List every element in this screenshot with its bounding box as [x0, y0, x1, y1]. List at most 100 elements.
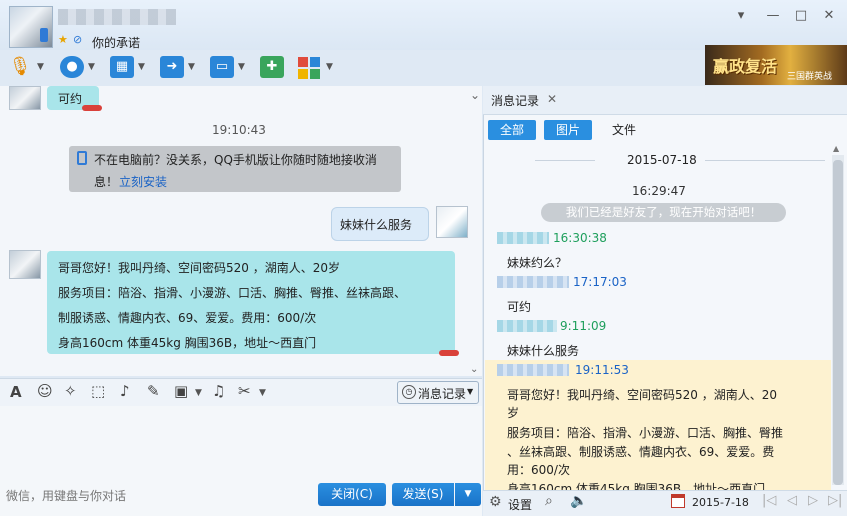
avatar[interactable] [9, 86, 41, 110]
maximize-button[interactable]: □ [792, 8, 810, 24]
chevron-down-icon[interactable]: ▼ [37, 62, 44, 72]
sender-name-blurred [497, 276, 569, 288]
send-options-chevron-icon[interactable]: ▼ [455, 483, 481, 506]
entry-text-line: 服务项目：陪浴、指滑、小漫游、口活、胸推、臀推 [507, 426, 784, 440]
calendar-icon[interactable] [671, 494, 685, 508]
emoji-icon[interactable]: ☺ [37, 382, 53, 400]
chevron-down-icon[interactable]: ▼ [326, 62, 333, 72]
avatar[interactable] [9, 250, 41, 279]
screenshot-icon[interactable]: ⬚ [91, 382, 105, 400]
minimize-button[interactable]: — [764, 8, 782, 24]
message-line: 服务项目：陪浴、指滑、小漫游、口活、胸推、臀推、丝袜高跟、 [58, 286, 407, 300]
gear-icon[interactable]: ⚙ [489, 494, 502, 510]
star-icon: ★ [58, 33, 68, 46]
scissors-icon[interactable]: ✂ [238, 382, 251, 400]
message-timestamp: 19:10:43 [212, 123, 266, 137]
divider [535, 160, 595, 161]
history-button-label: 消息记录 [418, 387, 467, 401]
close-tab-icon[interactable]: ✕ [547, 92, 557, 106]
my-avatar[interactable] [436, 206, 468, 238]
menu-chevron-icon[interactable]: ▾ [732, 8, 750, 24]
entry-text-line: 、丝袜高跟、制服诱惑、情趣内衣、69、爱爱。费 [507, 445, 775, 459]
entry-text: 可约 [507, 300, 532, 314]
entry-text-line: 哥哥您好！我叫丹绮、空间密码520 ，湖南人、20 [507, 388, 777, 402]
filter-images[interactable]: 图片 [544, 120, 592, 140]
entry-text-line: 用：600/次 [507, 463, 570, 477]
message-text: 妹妹什么服务 [340, 218, 413, 232]
chevron-down-icon[interactable]: ▼ [259, 388, 266, 398]
message-bubble-received: 哥哥您好！我叫丹绮、空间密码520 ，湖南人、20岁 服务项目：陪浴、指滑、小漫… [47, 251, 455, 354]
remote-desktop-icon[interactable]: ▭ [210, 56, 234, 78]
history-date: 2015-07-18 [627, 153, 697, 167]
sender-name-blurred [497, 320, 557, 332]
voice-icon[interactable]: ♪ [120, 382, 130, 400]
image-icon[interactable]: ▣ [174, 382, 188, 400]
entry-text: 妹妹什么服务 [507, 344, 580, 358]
chevron-down-icon[interactable]: ▼ [188, 62, 195, 72]
ad-title: 赢政复活 [713, 57, 778, 76]
message-line: 哥哥您好！我叫丹绮、空间密码520 ，湖南人、20岁 [58, 261, 340, 275]
chevron-down-icon[interactable]: ▼ [88, 62, 95, 72]
last-page-icon[interactable]: ▷| [828, 493, 842, 508]
filter-all[interactable]: 全部 [488, 120, 536, 140]
music-icon[interactable]: ♫ [212, 382, 225, 400]
entry-time: 17:17:03 [573, 275, 627, 289]
message-text: 可约 [58, 92, 83, 106]
send-button[interactable]: 发送(S) [392, 483, 454, 506]
divider [705, 160, 825, 161]
message-bubble-sent: 妹妹什么服务 [331, 207, 429, 241]
new-message-icon[interactable]: ✚ [260, 56, 284, 78]
font-icon[interactable]: A [10, 383, 22, 401]
poke-icon[interactable]: ✧ [64, 382, 77, 400]
webcam-icon[interactable]: ● [60, 56, 84, 78]
bubble-decoration [439, 350, 459, 356]
collapse-chevron-icon[interactable]: ⌄ [470, 88, 480, 102]
entry-text: 妹妹约么？ [507, 256, 568, 270]
system-message-text: 不在电脑前？没关系，QQ手机版让你随时随地接收消 [94, 153, 377, 167]
mobile-online-icon [40, 28, 48, 42]
prev-page-icon[interactable]: ◁ [787, 493, 797, 508]
input-hint: 微信，用键盘与你对话 [6, 489, 127, 503]
system-message: 不在电脑前？没关系，QQ手机版让你随时随地接收消 息！ 立刻安装 [69, 146, 401, 192]
system-message-text-2: 息！ [94, 175, 119, 189]
close-window-button[interactable]: ✕ [820, 8, 838, 24]
clock-icon: ◷ [402, 385, 416, 399]
next-page-icon[interactable]: ▷ [808, 493, 818, 508]
entry-text-line: 身高160cm 体重45kg 胸围36B，地址～西直门 [507, 482, 766, 490]
contact-signature: 你的承诺 [92, 36, 141, 50]
tab-message-history[interactable]: 消息记录 [491, 92, 539, 109]
sender-name-blurred [497, 364, 569, 376]
microphone-icon[interactable]: 🎙 [8, 56, 32, 78]
entry-time: 19:11:53 [575, 363, 629, 377]
entry-text-line: 岁 [507, 406, 520, 420]
search-icon[interactable]: ⌕ [545, 493, 553, 509]
file-transfer-icon[interactable]: ➜ [160, 56, 184, 78]
message-history-button[interactable]: ◷ 消息记录 ▼ [397, 381, 479, 404]
footer-date: 2015-7-18 [692, 496, 749, 509]
scrollbar-thumb[interactable] [833, 160, 843, 485]
sender-name-blurred [497, 232, 549, 244]
chat-window: ★ ⊘ 你的承诺 ▾ — □ ✕ 🎙 ▼ ● ▼ ▦ ▼ ➜ ▼ ▭ ▼ ✚ ▼… [0, 0, 847, 516]
install-link[interactable]: 立刻安装 [119, 173, 167, 190]
first-page-icon[interactable]: |◁ [762, 493, 776, 508]
chevron-down-icon[interactable]: ▼ [238, 62, 245, 72]
bubble-decoration [82, 105, 102, 111]
history-timestamp: 16:29:47 [632, 184, 686, 198]
screen-share-icon[interactable]: ▦ [110, 56, 134, 78]
chevron-down-icon[interactable]: ▼ [138, 62, 145, 72]
chevron-down-icon[interactable]: ▼ [195, 388, 202, 398]
filter-files[interactable]: 文件 [600, 120, 648, 140]
speaker-icon[interactable]: 🔈 [570, 493, 587, 509]
close-button[interactable]: 关闭(C) [318, 483, 386, 506]
game-ad-banner[interactable]: 赢政复活 三国群英战 [705, 45, 847, 85]
entry-time: 16:30:38 [553, 231, 607, 245]
ad-subtitle: 三国群英战 [787, 72, 833, 82]
phone-icon [77, 151, 87, 165]
apps-grid-icon[interactable] [298, 57, 320, 79]
expand-chevron-icon[interactable]: ⌄ [470, 364, 478, 375]
qq-status-icon: ⊘ [73, 33, 83, 46]
scroll-up-icon[interactable]: ▲ [833, 144, 839, 153]
settings-label[interactable]: 设置 [508, 496, 532, 513]
friend-notice: 我们已经是好友了，现在开始对话吧！ [541, 203, 786, 222]
edit-icon[interactable]: ✎ [147, 382, 160, 400]
